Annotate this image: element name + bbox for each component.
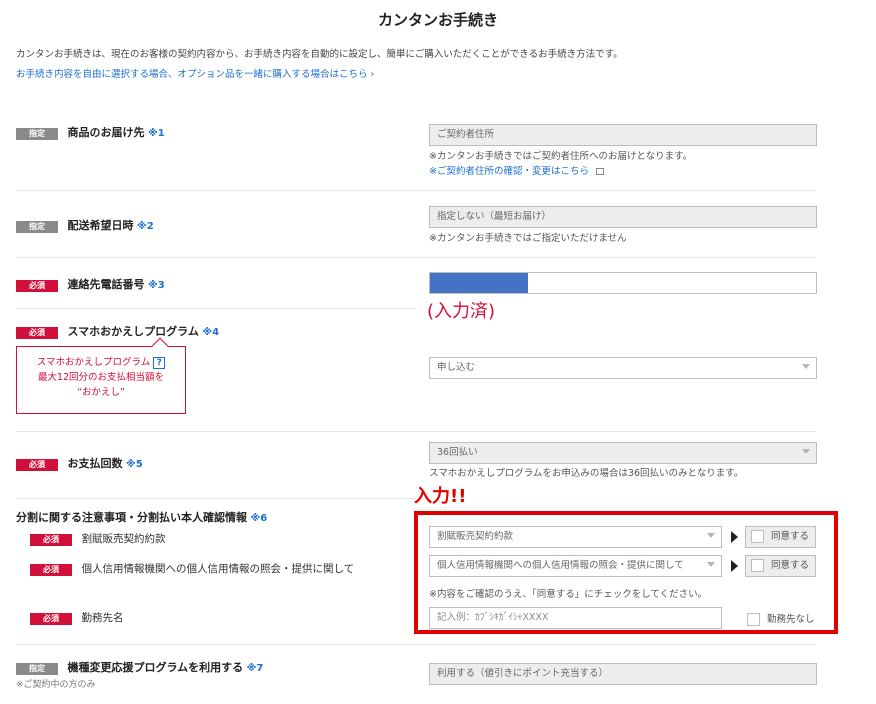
intro-text: カンタンお手続きは、現在のお客様の契約内容から、お手続き内容を自動的に設定し、簡…: [16, 49, 623, 60]
terms-row-2-label: 必須 個人信用情報機関への個人信用情報の照会・提供に関して: [30, 561, 354, 576]
trade-in-label-row: 指定 機種変更応援プログラムを利用する ※7: [16, 659, 263, 675]
phone-filled-redaction: [430, 273, 528, 293]
note-ref-1[interactable]: ※1: [148, 128, 165, 139]
external-window-icon: [596, 167, 605, 175]
credit-info-select-value: 個人信用情報機関への個人信用情報の照会・提供に関して: [437, 560, 684, 571]
agree-checkbox-1[interactable]: 同意する: [745, 526, 816, 548]
divider: [16, 431, 816, 432]
agree-label: 同意する: [771, 531, 810, 542]
fixed-badge: 指定: [16, 128, 58, 140]
divider: [16, 308, 416, 309]
delivery-date-help: ※カンタンお手続きではご指定いただけません: [429, 233, 627, 244]
agree-help: ※内容をご確認のうえ、「同意する」にチェックをしてください。: [429, 589, 708, 600]
divider: [16, 498, 416, 499]
play-arrow-icon: [731, 531, 738, 543]
no-employer-option[interactable]: 勤務先なし: [747, 611, 815, 626]
promo-caret: [151, 337, 169, 355]
agree-checkbox-2[interactable]: 同意する: [745, 555, 816, 577]
installments-select[interactable]: 36回払い: [429, 442, 817, 464]
kaekae-select[interactable]: 申し込む: [429, 357, 817, 379]
delivery-label: 商品のお届け先: [67, 126, 145, 139]
phone-label-row: 必須 連絡先電話番号 ※3: [16, 276, 165, 292]
promo-line-2: 最大12回分のお支払相当額を: [37, 372, 165, 383]
installments-label: お支払回数: [67, 457, 123, 470]
fixed-badge: 指定: [16, 221, 58, 233]
required-badge: 必須: [16, 327, 58, 339]
required-badge: 必須: [30, 534, 72, 546]
chevron-down-icon: [707, 533, 715, 538]
installments-help: スマホおかえしプログラムをお申込みの場合は36回払いのみとなります。: [429, 468, 744, 479]
kaekae-promo-box: スマホおかえしプログラム ? 最大12回分のお支払相当額を “おかえし”: [16, 337, 186, 414]
installment-terms-heading: 分割に関する注意事項・分割払い本人確認情報 ※6: [16, 509, 267, 525]
contract-terms-select[interactable]: 割賦販売契約約款: [429, 526, 722, 548]
help-icon[interactable]: ?: [153, 357, 166, 369]
employer-label: 勤務先名: [81, 612, 124, 624]
trade-in-sub: ※ご契約中の方のみ: [16, 680, 96, 690]
trade-in-field: 利用する（値引きにポイント充当する）: [429, 663, 817, 685]
required-badge: 必須: [30, 564, 72, 576]
phone-filled-annotation: (入力済): [427, 301, 496, 322]
delivery-date-field: 指定しない（最短お届け）: [429, 206, 817, 228]
trade-in-label: 機種変更応援プログラムを利用する: [67, 661, 244, 674]
phone-input[interactable]: [429, 272, 817, 294]
terms-row-3-label: 必須 勤務先名: [30, 610, 124, 625]
note-ref-7[interactable]: ※7: [247, 663, 264, 674]
required-badge: 必須: [16, 459, 58, 471]
address-change-link[interactable]: ※ご契約者住所の確認・変更はこちら: [429, 166, 589, 177]
delivery-address-field: ご契約者住所: [429, 124, 817, 146]
divider: [16, 190, 816, 191]
checkbox-icon[interactable]: [751, 559, 764, 572]
note-ref-2[interactable]: ※2: [137, 221, 154, 232]
promo-title: スマホおかえしプログラム: [36, 357, 151, 368]
note-ref-4[interactable]: ※4: [202, 327, 219, 338]
custom-procedure-link[interactable]: お手続き内容を自由に選択する場合、オプション品を一緒に購入する場合はこちら ›: [16, 66, 374, 80]
contract-terms-select-value: 割賦販売契約約款: [437, 531, 514, 542]
delivery-help: ※カンタンお手続きではご契約者住所へのお届けとなります。: [429, 151, 693, 162]
installment-terms-label: 分割に関する注意事項・分割払い本人確認情報: [16, 511, 247, 524]
kaekae-label: スマホおかえしプログラム: [67, 325, 199, 338]
installments-label-row: 必須 お支払回数 ※5: [16, 455, 143, 471]
promo-title-row: スマホおかえしプログラム ?: [17, 355, 185, 370]
phone-label: 連絡先電話番号: [67, 278, 145, 291]
kaekae-label-row: 必須 スマホおかえしプログラム ※4: [16, 323, 219, 339]
installments-select-value: 36回払い: [437, 447, 478, 458]
note-ref-3[interactable]: ※3: [148, 280, 165, 291]
divider: [16, 257, 816, 258]
agree-label: 同意する: [771, 560, 810, 571]
note-ref-5[interactable]: ※5: [126, 459, 143, 470]
delivery-date-label: 配送希望日時: [67, 219, 134, 232]
note-ref-6[interactable]: ※6: [251, 513, 268, 524]
fixed-badge: 指定: [16, 663, 58, 675]
contract-terms-label: 割賦販売契約約款: [81, 533, 166, 545]
credit-info-label: 個人信用情報機関への個人信用情報の照会・提供に関して: [81, 563, 355, 575]
input-required-annotation: 入力!!: [414, 486, 467, 507]
delivery-link-row[interactable]: ※ご契約者住所の確認・変更はこちら: [429, 163, 605, 177]
page-title: カンタンお手続き: [377, 11, 498, 29]
divider: [16, 644, 816, 645]
required-badge: 必須: [16, 280, 58, 292]
chevron-down-icon: [707, 562, 715, 567]
no-employer-label: 勤務先なし: [767, 614, 815, 625]
chevron-down-icon: [802, 364, 810, 369]
delivery-date-label-row: 指定 配送希望日時 ※2: [16, 217, 154, 233]
delivery-label-row: 指定 商品のお届け先 ※1: [16, 124, 165, 140]
kaekae-select-value: 申し込む: [437, 362, 476, 373]
terms-row-1-label: 必須 割賦販売契約約款: [30, 531, 166, 546]
chevron-down-icon: [802, 449, 810, 454]
checkbox-icon[interactable]: [747, 613, 760, 626]
required-badge: 必須: [30, 613, 72, 625]
checkbox-icon[interactable]: [751, 530, 764, 543]
credit-info-select[interactable]: 個人信用情報機関への個人信用情報の照会・提供に関して: [429, 555, 722, 577]
employer-input[interactable]: 記入例：ｶﾌﾞｼｷｶﾞｲｼｬXXXX: [429, 607, 722, 629]
play-arrow-icon: [731, 560, 738, 572]
promo-line-3: “おかえし”: [77, 387, 125, 398]
